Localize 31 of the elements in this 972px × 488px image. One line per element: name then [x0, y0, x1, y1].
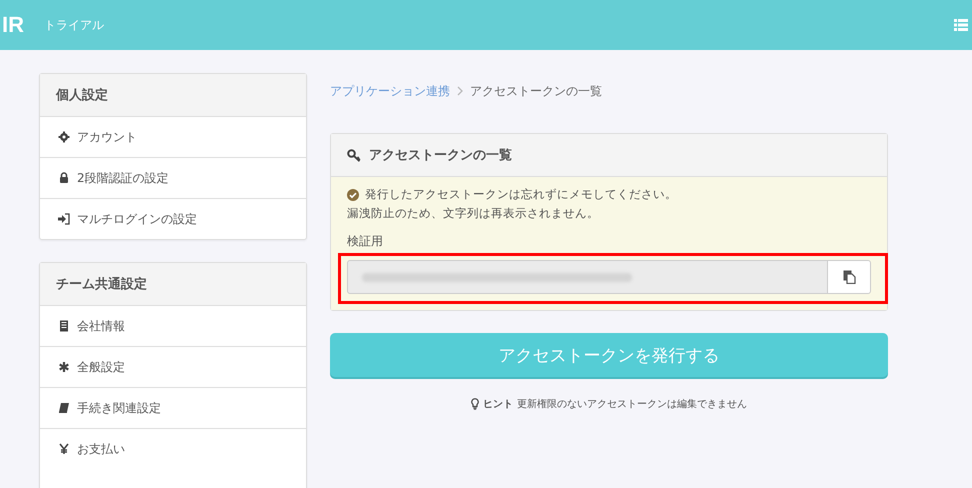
sidebar-item[interactable]: マルチログインの設定: [40, 198, 306, 239]
field-label: 検証用: [347, 233, 383, 250]
sidebar-item[interactable]: 2段階認証の設定: [40, 157, 306, 198]
chevron-icon: [457, 86, 463, 96]
gear-icon: [58, 131, 70, 143]
check-circle-icon: [347, 188, 359, 200]
token-field[interactable]: [347, 260, 828, 294]
breadcrumb-current: アクセストークンの一覧: [470, 82, 602, 100]
panel-title: チーム共通設定: [40, 263, 306, 306]
key-icon: [347, 148, 361, 162]
sidebar-item[interactable]: 会社情報: [40, 306, 306, 346]
copy-button[interactable]: [828, 260, 871, 294]
hint-label: ヒント: [483, 398, 513, 411]
card-title: アクセストークンの一覧: [369, 147, 512, 164]
notice-text: 発行したアクセストークンは忘れずにメモしてください。: [365, 187, 677, 202]
yen-icon: [58, 443, 70, 455]
copy-icon: [842, 270, 856, 284]
lightbulb-icon: [471, 398, 479, 410]
sidebar-item[interactable]: お支払い: [40, 428, 306, 469]
lock-icon: [58, 172, 70, 184]
sidebar-item[interactable]: 全般設定: [40, 346, 306, 387]
login-icon: [58, 213, 70, 225]
hint-text: 更新権限のないアクセストークンは編集できません: [517, 398, 747, 411]
building-icon: [58, 320, 70, 332]
panel-title: 個人設定: [40, 74, 306, 117]
sidebar-item[interactable]: アカウント: [40, 117, 306, 157]
menu-icon[interactable]: [954, 19, 968, 31]
notice-text: 漏洩防止のため、文字列は再表示されません。: [347, 206, 600, 221]
asterisk-icon: [58, 361, 70, 373]
sidebar-item[interactable]: 手続き関連設定: [40, 387, 306, 428]
plan-label: トライアル: [44, 16, 104, 34]
